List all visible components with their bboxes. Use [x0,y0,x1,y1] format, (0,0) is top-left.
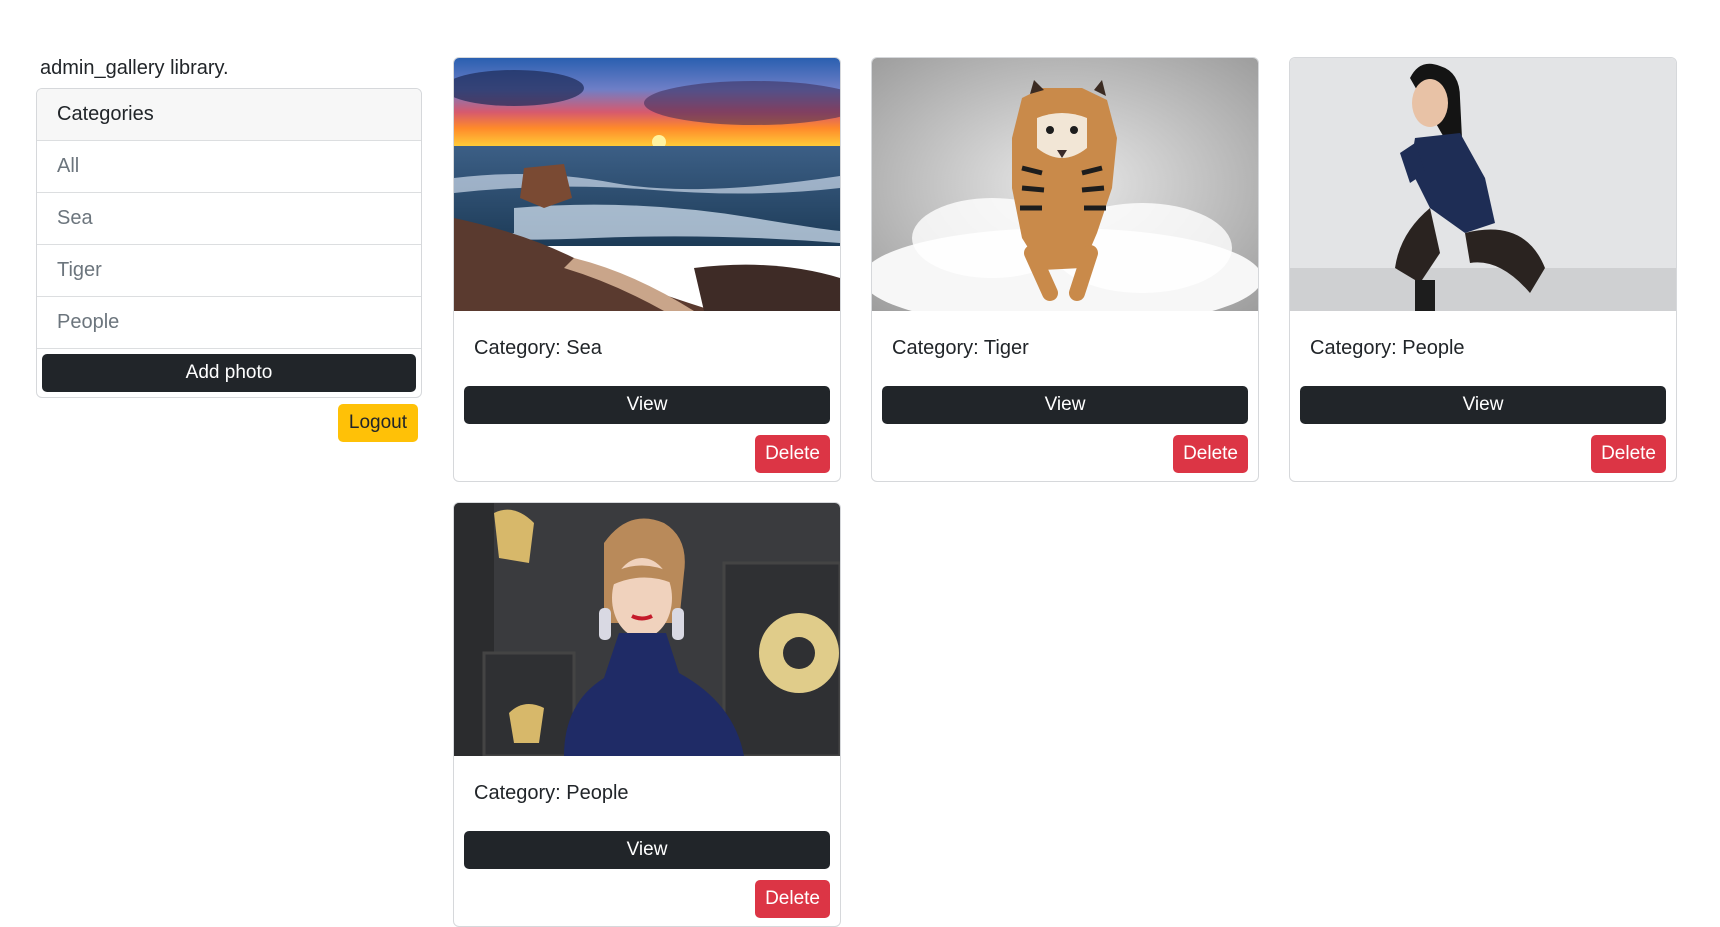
greeting-text: admin_gallery library. [40,57,229,79]
add-photo-button[interactable]: Add photo [42,354,416,392]
photo-people-image[interactable] [1290,58,1676,311]
category-item-all[interactable]: All [37,141,421,193]
delete-button[interactable]: Delete [1591,435,1666,473]
logout-button[interactable]: Logout [337,404,418,442]
delete-button[interactable]: Delete [755,435,830,473]
photo-card: Category: Sea View Delete [453,57,841,482]
delete-button[interactable]: Delete [755,880,830,918]
card-category-label: Category: People [1310,337,1465,359]
photo-sea-image[interactable] [454,58,840,311]
categories-header: Categories [37,89,421,141]
categories-panel: Categories All Sea Tiger People Add phot… [36,88,422,398]
photo-card: Category: People View Delete [1289,57,1677,482]
view-button[interactable]: View [464,386,830,424]
photo-card: Category: Tiger View Delete [871,57,1259,482]
view-button[interactable]: View [882,386,1248,424]
category-item-sea[interactable]: Sea [37,193,421,245]
logout-row: Logout [36,404,422,442]
photo-tiger-image[interactable] [872,58,1258,311]
photo-people-image[interactable] [454,503,840,756]
category-item-tiger[interactable]: Tiger [37,245,421,297]
card-category-label: Category: Sea [474,337,602,359]
view-button[interactable]: View [1300,386,1666,424]
view-button[interactable]: View [464,831,830,869]
delete-button[interactable]: Delete [1173,435,1248,473]
photo-card: Category: People View Delete [453,502,841,927]
card-category-label: Category: People [474,782,629,804]
sidebar: admin_gallery library. Categories All Se… [36,57,422,442]
category-item-people[interactable]: People [37,297,421,349]
card-category-label: Category: Tiger [892,337,1029,359]
